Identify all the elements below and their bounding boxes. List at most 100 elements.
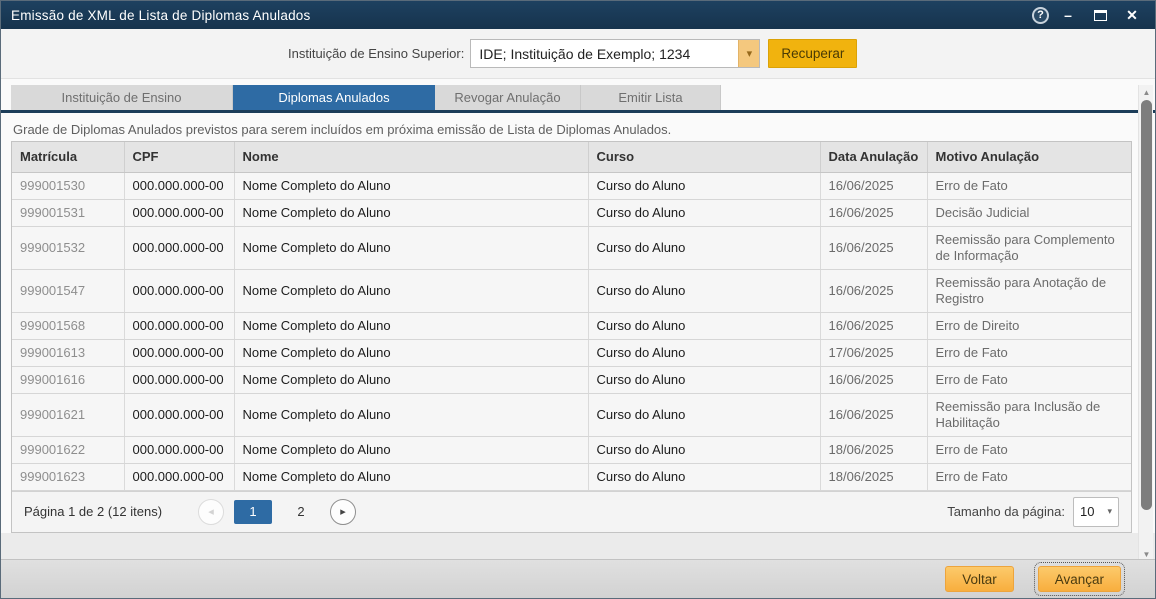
cell-data-anulacao: 16/06/2025 [820, 366, 927, 393]
cell-motivo-anulacao: Reemissão para Complemento de Informação [927, 226, 1131, 269]
maximize-icon[interactable] [1087, 5, 1113, 25]
cell-cpf: 000.000.000-00 [124, 172, 234, 199]
tab-content: Grade de Diplomas Anulados previstos par… [1, 113, 1155, 561]
window-title: Emissão de XML de Lista de Diplomas Anul… [1, 8, 1032, 23]
table-row[interactable]: 999001531 000.000.000-00 Nome Completo d… [12, 199, 1131, 226]
ies-combobox-value: IDE; Instituição de Exemplo; 1234 [471, 40, 738, 67]
cell-nome: Nome Completo do Aluno [234, 366, 588, 393]
dialog-window: Emissão de XML de Lista de Diplomas Anul… [0, 0, 1156, 599]
titlebar: Emissão de XML de Lista de Diplomas Anul… [1, 1, 1155, 29]
page-size-select[interactable]: 10 ▾ [1073, 497, 1119, 527]
cell-nome: Nome Completo do Aluno [234, 172, 588, 199]
cell-data-anulacao: 16/06/2025 [820, 199, 927, 226]
pagination-summary: Página 1 de 2 (12 itens) [24, 504, 162, 519]
window-controls: ? – ✕ [1032, 5, 1155, 25]
table-row[interactable]: 999001622 000.000.000-00 Nome Completo d… [12, 436, 1131, 463]
cell-cpf: 000.000.000-00 [124, 312, 234, 339]
grid-caption: Grade de Diplomas Anulados previstos par… [13, 122, 671, 137]
cell-data-anulacao: 18/06/2025 [820, 463, 927, 490]
grid-panel: Matrícula CPF Nome Curso Data Anulação M… [11, 141, 1132, 533]
page-size-group: Tamanho da página: 10 ▾ [947, 497, 1119, 527]
cell-matricula: 999001613 [12, 339, 124, 366]
cell-motivo-anulacao: Decisão Judicial [927, 199, 1131, 226]
cell-motivo-anulacao: Reemissão para Inclusão de Habilitação [927, 393, 1131, 436]
cell-cpf: 000.000.000-00 [124, 436, 234, 463]
cell-motivo-anulacao: Erro de Fato [927, 366, 1131, 393]
cell-motivo-anulacao: Erro de Fato [927, 172, 1131, 199]
cell-nome: Nome Completo do Aluno [234, 393, 588, 436]
cell-matricula: 999001568 [12, 312, 124, 339]
next-page-icon[interactable]: ▸ [330, 499, 356, 525]
toolbar: Instituição de Ensino Superior: IDE; Ins… [1, 29, 1155, 79]
table-row[interactable]: 999001616 000.000.000-00 Nome Completo d… [12, 366, 1131, 393]
column-header-nome[interactable]: Nome [234, 142, 588, 172]
column-header-matricula[interactable]: Matrícula [12, 142, 124, 172]
vertical-scrollbar[interactable]: ▲ ▼ [1138, 85, 1153, 561]
cell-data-anulacao: 16/06/2025 [820, 226, 927, 269]
column-header-motivo-anulacao[interactable]: Motivo Anulação [927, 142, 1131, 172]
cell-nome: Nome Completo do Aluno [234, 463, 588, 490]
close-icon[interactable]: ✕ [1119, 5, 1145, 25]
cell-data-anulacao: 17/06/2025 [820, 339, 927, 366]
ies-combobox[interactable]: IDE; Instituição de Exemplo; 1234 ▾ [470, 39, 760, 68]
cell-curso: Curso do Aluno [588, 269, 820, 312]
pagination-nav: ◂ 1 2 ▸ [198, 499, 356, 525]
scrollbar-thumb[interactable] [1141, 100, 1152, 510]
cell-motivo-anulacao: Erro de Fato [927, 463, 1131, 490]
voltar-button[interactable]: Voltar [945, 566, 1014, 592]
avancar-button[interactable]: Avançar [1038, 566, 1121, 592]
cell-matricula: 999001547 [12, 269, 124, 312]
cell-data-anulacao: 16/06/2025 [820, 393, 927, 436]
cell-curso: Curso do Aluno [588, 463, 820, 490]
prev-page-icon[interactable]: ◂ [198, 499, 224, 525]
page-button-1[interactable]: 1 [234, 500, 272, 524]
cell-curso: Curso do Aluno [588, 366, 820, 393]
table-row[interactable]: 999001530 000.000.000-00 Nome Completo d… [12, 172, 1131, 199]
pagination-bar: Página 1 de 2 (12 itens) ◂ 1 2 ▸ Tamanho… [12, 491, 1131, 533]
footer-bar: Voltar Avançar [1, 559, 1155, 598]
table-row[interactable]: 999001547 000.000.000-00 Nome Completo d… [12, 269, 1131, 312]
table-row[interactable]: 999001621 000.000.000-00 Nome Completo d… [12, 393, 1131, 436]
page-button-2[interactable]: 2 [282, 500, 320, 524]
tab-strip: Instituição de Ensino Diplomas Anulados … [11, 85, 721, 110]
chevron-down-icon[interactable]: ▾ [738, 40, 759, 67]
minimize-icon[interactable]: – [1055, 5, 1081, 25]
cell-data-anulacao: 16/06/2025 [820, 269, 927, 312]
column-header-data-anulacao[interactable]: Data Anulação [820, 142, 927, 172]
cell-cpf: 000.000.000-00 [124, 199, 234, 226]
cell-data-anulacao: 16/06/2025 [820, 312, 927, 339]
cell-motivo-anulacao: Erro de Fato [927, 436, 1131, 463]
tab-diplomas-anulados[interactable]: Diplomas Anulados [233, 85, 435, 110]
column-header-cpf[interactable]: CPF [124, 142, 234, 172]
cell-cpf: 000.000.000-00 [124, 393, 234, 436]
cell-curso: Curso do Aluno [588, 226, 820, 269]
cell-curso: Curso do Aluno [588, 172, 820, 199]
page-size-label: Tamanho da página: [947, 504, 1065, 519]
cell-curso: Curso do Aluno [588, 436, 820, 463]
cell-nome: Nome Completo do Aluno [234, 436, 588, 463]
tab-instituicao-de-ensino[interactable]: Instituição de Ensino [11, 85, 233, 110]
cell-motivo-anulacao: Erro de Direito [927, 312, 1131, 339]
table-row[interactable]: 999001568 000.000.000-00 Nome Completo d… [12, 312, 1131, 339]
tab-revogar-anulacao[interactable]: Revogar Anulação [435, 85, 581, 110]
cell-nome: Nome Completo do Aluno [234, 339, 588, 366]
table-header-row: Matrícula CPF Nome Curso Data Anulação M… [12, 142, 1131, 172]
recuperar-button[interactable]: Recuperar [768, 39, 857, 68]
cell-matricula: 999001623 [12, 463, 124, 490]
table-row[interactable]: 999001623 000.000.000-00 Nome Completo d… [12, 463, 1131, 490]
table-row[interactable]: 999001532 000.000.000-00 Nome Completo d… [12, 226, 1131, 269]
cell-matricula: 999001532 [12, 226, 124, 269]
column-header-curso[interactable]: Curso [588, 142, 820, 172]
cell-matricula: 999001530 [12, 172, 124, 199]
table-row[interactable]: 999001613 000.000.000-00 Nome Completo d… [12, 339, 1131, 366]
cell-nome: Nome Completo do Aluno [234, 226, 588, 269]
tab-emitir-lista[interactable]: Emitir Lista [581, 85, 721, 110]
cell-matricula: 999001531 [12, 199, 124, 226]
page-size-value: 10 [1080, 504, 1094, 519]
cell-matricula: 999001616 [12, 366, 124, 393]
maximize-glyph [1094, 10, 1107, 21]
scroll-up-icon[interactable]: ▲ [1139, 85, 1154, 99]
cell-motivo-anulacao: Erro de Fato [927, 339, 1131, 366]
help-icon[interactable]: ? [1032, 7, 1049, 24]
cell-data-anulacao: 18/06/2025 [820, 436, 927, 463]
